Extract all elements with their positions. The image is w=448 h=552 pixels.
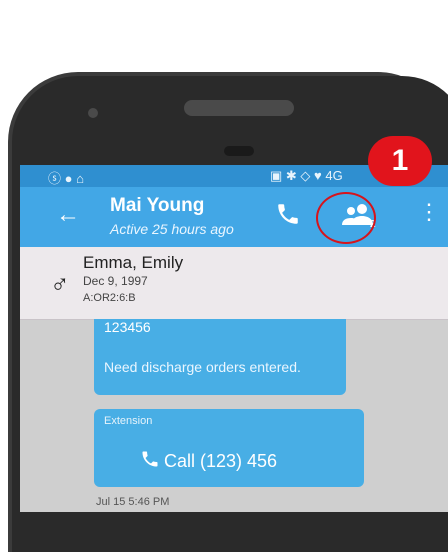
annotation-circle (316, 192, 376, 244)
app-bar: ← Mai Young Active 25 hours ago 2 ⋮ (20, 187, 448, 247)
annotation-badge: 1 (368, 136, 432, 186)
phone-call-icon[interactable] (275, 201, 301, 227)
contact-name: Mai Young (110, 195, 205, 216)
extension-title: Extension (104, 415, 153, 427)
patient-header[interactable]: ♂ Emma, Emily Dec 9, 1997 A:OR2:6:B (20, 247, 448, 320)
proximity-sensor (224, 146, 254, 156)
message-body: Need discharge orders entered. (104, 359, 301, 375)
contact-status: Active 25 hours ago (110, 221, 234, 237)
more-options-icon[interactable]: ⋮ (418, 201, 440, 225)
call-phone-icon (142, 451, 158, 467)
status-left-icons: ⓢ ● ⌂ (48, 171, 84, 186)
male-sex-icon: ♂ (50, 269, 70, 299)
message-timestamp: Jul 15 5:46 PM (96, 496, 170, 508)
patient-name: Emma, Emily (83, 253, 184, 272)
call-extension-button[interactable]: Call (123) 456 (164, 451, 277, 472)
phone-screen: ⓢ ● ⌂ ▣ ✱ ◇ ♥ 4G 84 ← Mai Young Active 2… (20, 165, 448, 512)
earpiece-speaker (184, 100, 294, 116)
message-id-text: 123456 (104, 319, 151, 335)
extension-card[interactable]: Extension Call (123) 456 (94, 409, 364, 487)
back-arrow-icon[interactable]: ← (56, 201, 80, 229)
front-camera (88, 108, 98, 118)
patient-id: A:OR2:6:B (83, 292, 136, 304)
message-bubble[interactable]: 123456 Need discharge orders entered. (94, 319, 346, 395)
status-right-icons: ▣ ✱ ◇ ♥ 4G (270, 168, 343, 183)
patient-dob: Dec 9, 1997 (83, 274, 148, 288)
